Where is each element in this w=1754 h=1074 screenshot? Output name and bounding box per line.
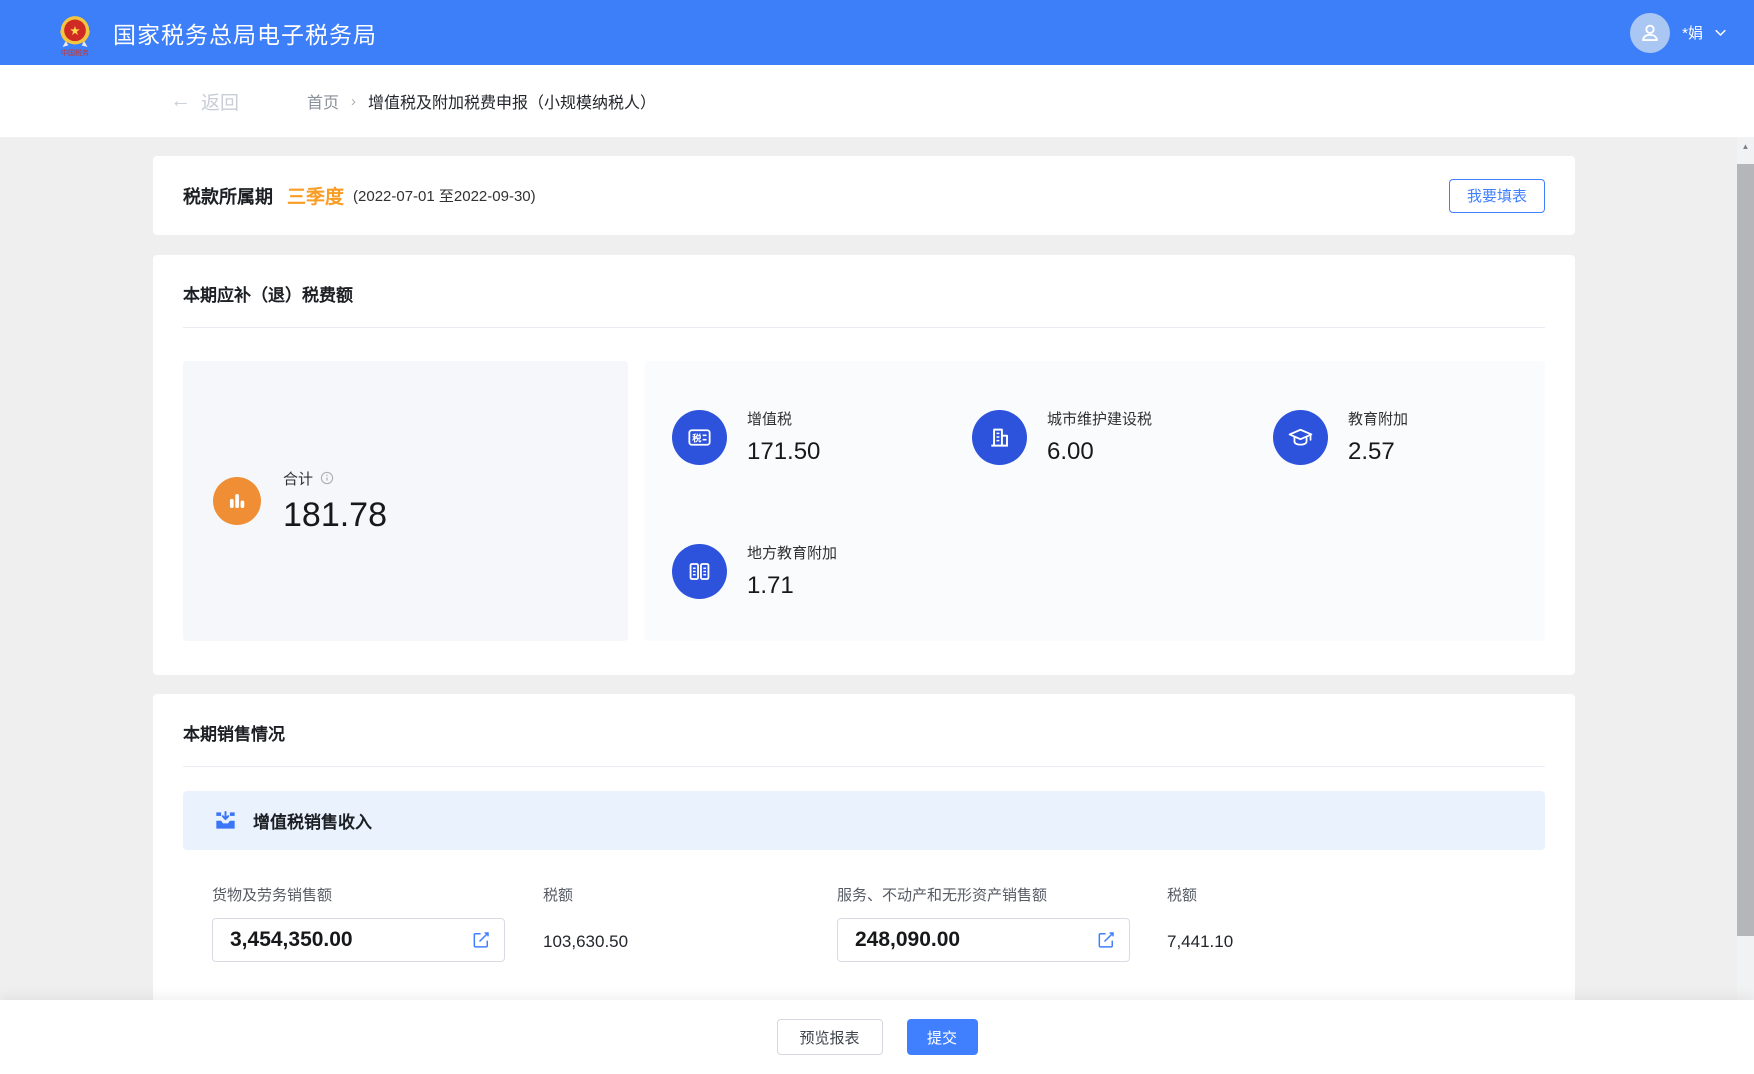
tax-item-education-surcharge: 教育附加 2.57: [1273, 408, 1545, 466]
goods-sales-input[interactable]: 3,454,350.00: [212, 918, 505, 962]
tax-item-label: 地方教育附加: [747, 542, 837, 563]
scroll-up-button[interactable]: ▲: [1737, 137, 1754, 155]
readonly-value: 103,630.50: [543, 932, 837, 952]
readonly-value: 7,441.10: [1167, 932, 1233, 952]
field-label: 货物及劳务销售额: [212, 884, 505, 905]
breadcrumb-current: 增值税及附加税费申报（小规模纳税人）: [368, 89, 656, 113]
total-label: 合计: [283, 468, 313, 489]
breadcrumb: ← 返回 首页 › 增值税及附加税费申报（小规模纳税人）: [0, 65, 1754, 137]
payable-section-title: 本期应补（退）税费额: [183, 281, 1545, 306]
action-footer: 预览报表 提交: [0, 1000, 1754, 1074]
fill-form-button[interactable]: 我要填表: [1449, 179, 1545, 213]
vat-sales-banner: 增值税销售收入: [183, 791, 1545, 850]
sales-form-row: 货物及劳务销售额 3,454,350.00 税额 103,630.50 服务、不…: [212, 884, 1545, 962]
goods-sales-field: 货物及劳务销售额 3,454,350.00: [212, 884, 505, 962]
info-icon[interactable]: [320, 471, 334, 485]
field-label: 服务、不动产和无形资产销售额: [837, 884, 1130, 905]
period-date-range: (2022-07-01 至2022-09-30): [353, 185, 536, 206]
tax-item-value: 1.71: [747, 572, 837, 600]
scrollbar[interactable]: ▲: [1737, 137, 1754, 1074]
payable-section-card: 本期应补（退）税费额 合计 181.78: [153, 255, 1575, 675]
sales-section-title: 本期销售情况: [183, 720, 1545, 745]
bar-chart-icon: [213, 477, 261, 525]
tax-item-label: 教育附加: [1348, 408, 1408, 429]
preview-report-button[interactable]: 预览报表: [777, 1019, 883, 1055]
edit-icon[interactable]: [471, 930, 491, 950]
input-value: 248,090.00: [855, 928, 960, 952]
tax-period-card: 税款所属期 三季度 (2022-07-01 至2022-09-30) 我要填表: [153, 156, 1575, 235]
chevron-down-icon[interactable]: [1713, 25, 1728, 40]
divider: [183, 327, 1545, 328]
period-value: 三季度: [287, 182, 344, 209]
emblem-icon: ★: [55, 12, 95, 52]
tax-item-urban-construction: 城市维护建设税 6.00: [972, 408, 1273, 466]
total-panel: 合计 181.78: [183, 361, 628, 641]
avatar[interactable]: [1630, 13, 1670, 53]
field-label: 税额: [1167, 884, 1233, 905]
tax-item-label: 增值税: [747, 408, 820, 429]
goods-tax-field: 税额 103,630.50: [505, 884, 837, 962]
app-header: ★ 中国税务 国家税务总局电子税务局 *娟: [0, 0, 1754, 65]
open-book-icon: [672, 544, 727, 599]
tax-item-value: 6.00: [1047, 438, 1152, 466]
services-tax-field: 税额 7,441.10: [1130, 884, 1233, 962]
banner-title: 增值税销售收入: [253, 808, 372, 833]
field-label: 税额: [543, 884, 837, 905]
back-arrow-icon: ←: [170, 89, 191, 113]
services-sales-field: 服务、不动产和无形资产销售额 248,090.00: [837, 884, 1130, 962]
scrollbar-thumb[interactable]: [1737, 164, 1754, 936]
period-label: 税款所属期: [183, 183, 273, 209]
tax-item-label: 城市维护建设税: [1047, 408, 1152, 429]
username: *娟: [1682, 22, 1703, 43]
building-icon: [972, 410, 1027, 465]
total-value: 181.78: [283, 496, 387, 535]
tax-item-value: 2.57: [1348, 438, 1408, 466]
back-button[interactable]: ← 返回: [170, 88, 239, 115]
tax-item-value: 171.50: [747, 438, 820, 466]
submit-button[interactable]: 提交: [907, 1019, 978, 1055]
user-icon: [1637, 20, 1663, 46]
tax-items-panel: 税 增值税 171.50 城市维护建设税: [645, 361, 1545, 641]
collect-income-icon: [213, 808, 238, 833]
input-value: 3,454,350.00: [230, 928, 353, 952]
app-title: 国家税务总局电子税务局: [113, 16, 377, 50]
tax-item-local-education-surcharge: 地方教育附加 1.71: [672, 542, 972, 600]
tax-bureau-emblem: ★ 中国税务: [55, 12, 95, 57]
user-menu[interactable]: *娟: [1630, 13, 1728, 53]
emblem-caption: 中国税务: [61, 50, 89, 57]
back-label: 返回: [201, 88, 239, 115]
breadcrumb-separator-icon: ›: [351, 93, 356, 110]
svg-text:税: 税: [692, 432, 702, 443]
services-sales-input[interactable]: 248,090.00: [837, 918, 1130, 962]
graduation-cap-icon: [1273, 410, 1328, 465]
divider: [183, 766, 1545, 767]
tax-invoice-icon: 税: [672, 410, 727, 465]
breadcrumb-home[interactable]: 首页: [307, 89, 339, 113]
edit-icon[interactable]: [1096, 930, 1116, 950]
tax-item-vat: 税 增值税 171.50: [672, 408, 972, 466]
svg-text:★: ★: [69, 24, 80, 38]
